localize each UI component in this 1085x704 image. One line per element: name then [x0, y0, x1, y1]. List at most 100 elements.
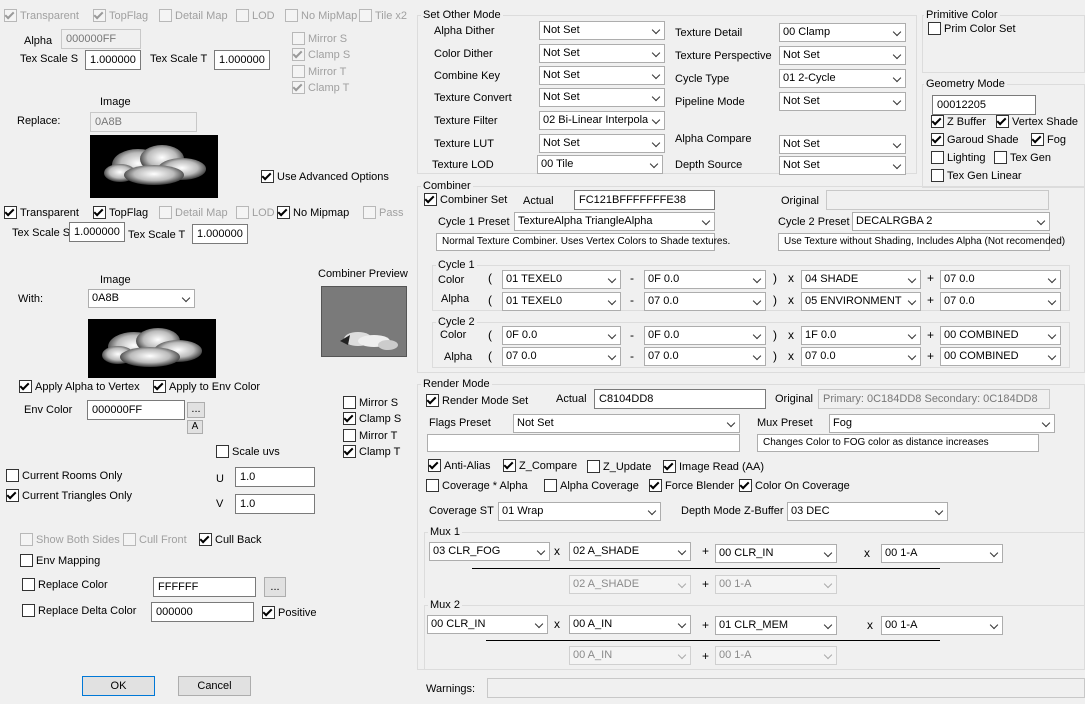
topflag-checkbox[interactable]: TopFlag	[93, 9, 148, 23]
replace-color-field[interactable]: FFFFFF	[153, 577, 256, 597]
with-image-dropdown[interactable]: 0A8B	[88, 289, 195, 308]
mux1-a-dropdown[interactable]: 03 CLR_FOG	[429, 542, 550, 561]
mirror-t2-checkbox[interactable]: Mirror T	[343, 429, 397, 443]
render-mode-set-checkbox[interactable]: Render Mode Set	[426, 394, 528, 408]
current-rooms-only-checkbox[interactable]: Current Rooms Only	[6, 469, 122, 483]
no-mipmap-checkbox[interactable]: No MipMap	[285, 9, 357, 23]
cycle2-preset-dropdown[interactable]: DECALRGBA 2	[852, 212, 1050, 231]
mux1-e-dropdown[interactable]: 02 A_SHADE	[569, 575, 691, 594]
z-update-checkbox[interactable]: Z_Update	[587, 460, 651, 474]
detail-map2-checkbox[interactable]: Detail Map	[159, 206, 228, 220]
fog-checkbox[interactable]: Fog	[1031, 133, 1066, 147]
env-color-picker-button[interactable]: ...	[187, 402, 205, 418]
cycle2-color-b-dropdown[interactable]: 0F 0.0	[644, 326, 766, 345]
replace-delta-color-checkbox[interactable]: Replace Delta Color	[22, 604, 136, 618]
alpha-coverage-checkbox[interactable]: Alpha Coverage	[544, 479, 639, 493]
flags-preset-dropdown[interactable]: Not Set	[513, 414, 740, 433]
use-advanced-options-checkbox[interactable]: Use Advanced Options	[261, 170, 389, 184]
cycle1-color-d-dropdown[interactable]: 07 0.0	[940, 270, 1061, 289]
cycle1-alpha-b-dropdown[interactable]: 07 0.0	[644, 292, 766, 311]
vertex-shade-checkbox[interactable]: Vertex Shade	[996, 115, 1078, 129]
texture-convert-dropdown[interactable]: Not Set	[539, 88, 665, 107]
tex-gen-linear-checkbox[interactable]: Tex Gen Linear	[931, 169, 1022, 183]
cycle1-alpha-d-dropdown[interactable]: 07 0.0	[940, 292, 1061, 311]
combiner-actual-field[interactable]: FC121BFFFFFFFE38	[574, 190, 715, 210]
texture-detail-dropdown[interactable]: 00 Clamp	[779, 23, 906, 42]
mux2-f-dropdown[interactable]: 00 1-A	[715, 646, 837, 665]
cycle1-color-c-dropdown[interactable]: 04 SHADE	[801, 270, 921, 289]
anti-alias-checkbox[interactable]: Anti-Alias	[428, 459, 490, 473]
geometry-mode-field[interactable]: 00012205	[932, 95, 1036, 115]
transparent-checkbox[interactable]: Transparent	[4, 9, 79, 23]
cycle2-alpha-d-dropdown[interactable]: 00 COMBINED	[940, 347, 1061, 366]
mux2-b-dropdown[interactable]: 00 A_IN	[569, 615, 691, 634]
texture-lod-dropdown[interactable]: 00 Tile	[537, 155, 663, 174]
cycle1-alpha-a-dropdown[interactable]: 01 TEXEL0	[502, 292, 621, 311]
mux1-c-dropdown[interactable]: 00 CLR_IN	[715, 544, 837, 563]
cycle2-alpha-c-dropdown[interactable]: 07 0.0	[801, 347, 921, 366]
lod-checkbox[interactable]: LOD	[236, 9, 275, 23]
mux2-c-dropdown[interactable]: 01 CLR_MEM	[715, 616, 837, 635]
replace-color-checkbox[interactable]: Replace Color	[22, 578, 108, 592]
cycle2-color-d-dropdown[interactable]: 00 COMBINED	[940, 326, 1061, 345]
tile-x2-checkbox[interactable]: Tile x2	[359, 9, 407, 23]
alpha-dither-dropdown[interactable]: Not Set	[539, 21, 665, 40]
scale-uvs-checkbox[interactable]: Scale uvs	[216, 445, 280, 459]
combine-key-dropdown[interactable]: Not Set	[539, 66, 665, 85]
mirror-s-checkbox[interactable]: Mirror S	[292, 32, 347, 46]
cull-front-checkbox[interactable]: Cull Front	[123, 533, 187, 547]
pipeline-mode-dropdown[interactable]: Not Set	[779, 92, 906, 111]
depth-source-dropdown[interactable]: Not Set	[779, 156, 906, 175]
mux2-e-dropdown[interactable]: 00 A_IN	[569, 646, 691, 665]
coverage-st-dropdown[interactable]: 01 Wrap	[498, 502, 661, 521]
lighting-checkbox[interactable]: Lighting	[931, 151, 986, 165]
mux1-d-dropdown[interactable]: 00 1-A	[881, 544, 1003, 563]
cancel-button[interactable]: Cancel	[178, 676, 251, 696]
replace-image-field[interactable]: 0A8B	[90, 112, 197, 132]
pass-checkbox[interactable]: Pass	[363, 206, 403, 220]
cycle1-preset-dropdown[interactable]: TextureAlpha TriangleAlpha	[514, 212, 715, 231]
cycle2-alpha-b-dropdown[interactable]: 07 0.0	[644, 347, 766, 366]
topflag2-checkbox[interactable]: TopFlag	[93, 206, 148, 220]
prim-color-set-checkbox[interactable]: Prim Color Set	[928, 22, 1016, 36]
lod2-checkbox[interactable]: LOD	[236, 206, 275, 220]
mux2-a-dropdown[interactable]: 00 CLR_IN	[427, 615, 548, 634]
mux1-f-dropdown[interactable]: 00 1-A	[715, 575, 837, 594]
cycle-type-dropdown[interactable]: 01 2-Cycle	[779, 69, 906, 88]
force-blender-checkbox[interactable]: Force Blender	[649, 479, 734, 493]
apply-alpha-vertex-checkbox[interactable]: Apply Alpha to Vertex	[19, 380, 140, 394]
alpha-field[interactable]: 000000FF	[61, 29, 141, 49]
env-mapping-checkbox[interactable]: Env Mapping	[20, 554, 100, 568]
replace-delta-color-field[interactable]: 000000	[151, 602, 254, 622]
mux1-b-dropdown[interactable]: 02 A_SHADE	[569, 542, 691, 561]
transparent2-checkbox[interactable]: Transparent	[4, 206, 79, 220]
env-alpha-button[interactable]: A	[187, 420, 203, 434]
texture-perspective-dropdown[interactable]: Not Set	[779, 46, 906, 65]
mirror-s2-checkbox[interactable]: Mirror S	[343, 396, 398, 410]
no-mipmap2-checkbox[interactable]: No Mipmap	[277, 206, 349, 220]
combiner-set-checkbox[interactable]: Combiner Set	[424, 193, 507, 207]
env-color-field[interactable]: 000000FF	[87, 400, 185, 420]
tex-scale-s-field[interactable]: 1.000000	[85, 50, 141, 70]
clamp-s2-checkbox[interactable]: Clamp S	[343, 412, 401, 426]
apply-env-color-checkbox[interactable]: Apply to Env Color	[153, 380, 260, 394]
cycle1-color-a-dropdown[interactable]: 01 TEXEL0	[502, 270, 621, 289]
tex-scale-t2-field[interactable]: 1.000000	[192, 224, 248, 244]
positive-checkbox[interactable]: Positive	[262, 606, 317, 620]
ok-button[interactable]: OK	[82, 676, 155, 696]
texture-lut-dropdown[interactable]: Not Set	[539, 134, 665, 153]
cycle2-color-c-dropdown[interactable]: 1F 0.0	[801, 326, 921, 345]
clamp-t2-checkbox[interactable]: Clamp T	[343, 445, 400, 459]
tex-scale-s2-field[interactable]: 1.000000	[69, 222, 125, 242]
current-triangles-only-checkbox[interactable]: Current Triangles Only	[6, 489, 132, 503]
detail-map-checkbox[interactable]: Detail Map	[159, 9, 228, 23]
color-on-coverage-checkbox[interactable]: Color On Coverage	[739, 479, 850, 493]
cull-back-checkbox[interactable]: Cull Back	[199, 533, 261, 547]
cycle2-color-a-dropdown[interactable]: 0F 0.0	[502, 326, 621, 345]
z-compare-checkbox[interactable]: Z_Compare	[503, 459, 577, 473]
tex-gen-checkbox[interactable]: Tex Gen	[994, 151, 1051, 165]
v-field[interactable]: 1.0	[235, 494, 315, 514]
cycle1-alpha-c-dropdown[interactable]: 05 ENVIRONMENT	[801, 292, 921, 311]
replace-color-picker-button[interactable]: ...	[264, 577, 286, 597]
tex-scale-t-field[interactable]: 1.000000	[214, 50, 270, 70]
